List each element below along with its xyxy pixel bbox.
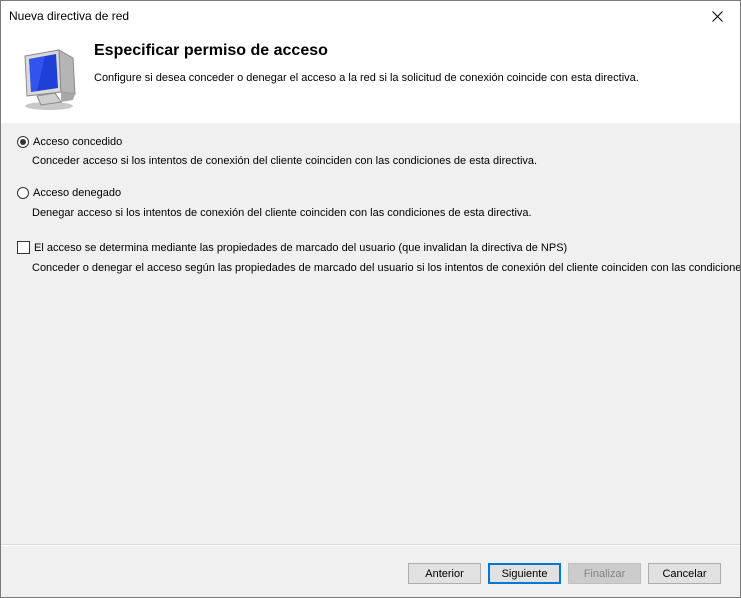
cancel-button[interactable]: Cancelar [648,563,721,584]
access-granted-description: Conceder acceso si los intentos de conex… [32,155,538,167]
wizard-window: Nueva directiva de red Especificar permi… [0,0,741,598]
checkbox-unchecked[interactable] [17,241,30,254]
options-panel: Acceso concedido Conceder acceso si los … [1,123,740,543]
page-description: Configure si desea conceder o denegar el… [94,72,639,84]
window-title: Nueva directiva de red [9,9,130,23]
dialin-properties-description: Conceder o denegar el acceso según las p… [32,262,741,274]
radio-access-granted[interactable]: Acceso concedido [17,136,122,148]
finish-button: Finalizar [568,563,641,584]
close-icon [711,11,723,22]
radio-button-checked[interactable] [17,136,29,148]
close-button[interactable] [694,1,740,32]
wizard-header: Especificar permiso de acceso Configure … [1,32,740,123]
title-bar: Nueva directiva de red [1,1,740,32]
access-denied-description: Denegar acceso si los intentos de conexi… [32,207,532,219]
access-denied-label: Acceso denegado [33,187,122,199]
dialin-properties-label: El acceso se determina mediante las prop… [34,241,568,254]
back-button[interactable]: Anterior [408,563,481,584]
page-title: Especificar permiso de acceso [94,42,328,59]
radio-access-denied[interactable]: Acceso denegado [17,187,121,199]
access-granted-label: Acceso concedido [33,136,123,148]
network-computer-icon [24,49,76,110]
radio-button-unchecked[interactable] [17,187,29,199]
footer-divider-highlight [1,545,740,546]
checkbox-dialin-properties[interactable]: El acceso se determina mediante las prop… [17,241,567,254]
next-button[interactable]: Siguiente [488,563,561,584]
